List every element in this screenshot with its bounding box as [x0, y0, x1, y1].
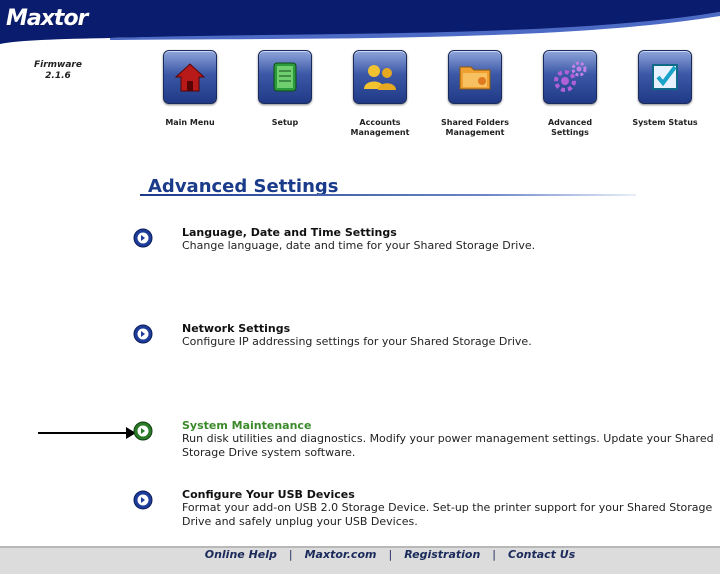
nav-advanced-settings[interactable]: Advanced Settings: [530, 50, 610, 138]
item-desc-language: Change language, date and time for your …: [182, 239, 536, 252]
footer-separator: |: [288, 548, 293, 561]
nav-label-setup: Setup: [271, 118, 299, 127]
footer-link-contact[interactable]: Contact Us: [508, 548, 575, 561]
footer-link-maxtor[interactable]: Maxtor.com: [305, 548, 377, 561]
nav-label-shared-folders: Shared Folders Management: [441, 118, 509, 137]
nav-setup[interactable]: Setup: [245, 50, 325, 128]
footer-bar: Online Help | Maxtor.com | Registration | Cont…: [0, 546, 720, 574]
arrow-bullet-icon[interactable]: [133, 324, 153, 344]
item-desc-network: Configure IP addressing settings for you…: [182, 335, 532, 348]
checkbox-icon[interactable]: [638, 50, 692, 104]
title-underline: [140, 194, 636, 196]
maxtor-logo[interactable]: Maxtor: [6, 6, 88, 31]
footer-separator: |: [388, 548, 393, 561]
nav-label-advanced-settings: Advanced Settings: [547, 118, 593, 137]
firmware-label: Firmware: [34, 60, 82, 70]
footer-link-registration[interactable]: Registration: [404, 548, 480, 561]
gears-icon[interactable]: [543, 50, 597, 104]
header-swoosh: [0, 0, 720, 44]
nav-label-accounts: Accounts Management: [350, 118, 410, 137]
item-desc-usb: Format your add-on USB 2.0 Storage Devic…: [182, 501, 713, 528]
nav-label-main-menu: Main Menu: [165, 118, 215, 127]
nav-shared-folders[interactable]: Shared Folders Management: [435, 50, 515, 138]
footer-link-online-help[interactable]: Online Help: [205, 548, 277, 561]
footer-links: Online Help | Maxtor.com | Registration | Cont…: [0, 548, 720, 561]
nav-accounts[interactable]: Accounts Management: [340, 50, 420, 138]
nav-main-menu[interactable]: Main Menu: [150, 50, 230, 128]
firmware-version: 2.1.6: [45, 71, 71, 81]
nav-label-system-status: System Status: [632, 118, 698, 127]
header-bar: [0, 0, 720, 44]
users-icon[interactable]: [353, 50, 407, 104]
home-icon[interactable]: [163, 50, 217, 104]
arrow-bullet-icon[interactable]: [133, 490, 153, 510]
firmware-info: Firmware 2.1.6: [34, 60, 82, 82]
nav-system-status[interactable]: System Status: [625, 50, 705, 128]
item-title-system-maintenance[interactable]: System Maintenance: [182, 419, 311, 432]
footer-separator: |: [492, 548, 497, 561]
main-nav: Main Menu Setup Accounts Management Shar…: [150, 50, 720, 160]
item-title-language[interactable]: Language, Date and Time Settings: [182, 226, 397, 239]
item-title-usb[interactable]: Configure Your USB Devices: [182, 488, 355, 501]
arrow-bullet-icon[interactable]: [133, 228, 153, 248]
item-desc-system-maintenance: Run disk utilities and diagnostics. Modi…: [182, 432, 714, 459]
setup-book-icon[interactable]: [258, 50, 312, 104]
item-title-network[interactable]: Network Settings: [182, 322, 290, 335]
arrow-bullet-active-icon[interactable]: [133, 421, 153, 441]
pointer-arrow: [38, 427, 136, 439]
folders-icon[interactable]: [448, 50, 502, 104]
